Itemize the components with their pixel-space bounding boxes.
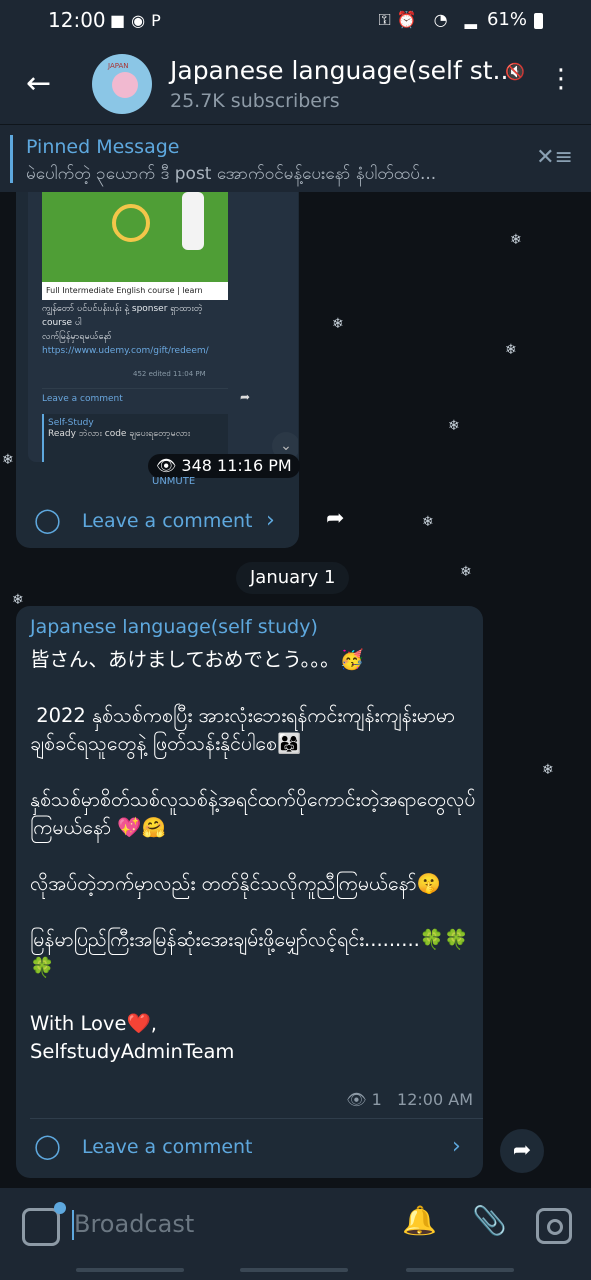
- message-meta: 👁 1 12:00 AM: [346, 1090, 473, 1109]
- blossom-icon: [112, 72, 138, 98]
- battery-icon: [534, 13, 543, 29]
- screenshot-line2: လက်မြန်မှာရမယ်နော်: [42, 332, 112, 342]
- screenshot-share-icon: ➦: [240, 390, 251, 404]
- screenshot-caption: Full Intermediate English course | learn: [42, 282, 228, 300]
- snowflake-icon: ❄: [332, 316, 344, 332]
- screenshot-comment: Leave a comment: [42, 388, 228, 409]
- channel-title[interactable]: Japanese language(self st...: [170, 56, 516, 85]
- emoji-icon[interactable]: [22, 1202, 66, 1246]
- unmute-label[interactable]: UNMUTE: [152, 476, 195, 487]
- sender-name[interactable]: Japanese language(self study): [30, 616, 318, 638]
- broadcast-input[interactable]: Broadcast: [74, 1210, 194, 1238]
- chevron-right-icon: ›: [452, 1134, 461, 1159]
- divider: [30, 1118, 483, 1119]
- comment-icon: ◯: [34, 1132, 61, 1160]
- eye-icon: 👁: [346, 1090, 367, 1109]
- screenshot-link: https://www.udemy.com/gift/redeem/: [42, 346, 209, 356]
- snowflake-icon: ❄: [448, 418, 460, 434]
- share-icon[interactable]: ➦: [326, 506, 344, 531]
- logo-arc: [112, 204, 150, 242]
- message-time: 11:16 PM: [217, 456, 292, 475]
- course-image: [42, 192, 228, 282]
- leave-comment-button[interactable]: ◯ Leave a comment ›: [30, 1126, 480, 1170]
- snowflake-icon: ❄: [460, 564, 472, 580]
- status-bar: 12:00 ■◉P ⚿⏰ ◔ ▂ 61%: [0, 0, 591, 44]
- snowflake-icon: ❄: [422, 514, 434, 530]
- view-count: 348: [181, 456, 212, 475]
- system-icons: ⚿⏰ ◔ ▂: [378, 10, 483, 29]
- arrow-left-icon[interactable]: ←: [26, 66, 51, 101]
- muted-icon: 🔇: [505, 62, 525, 81]
- comment-label: Leave a comment: [82, 510, 253, 532]
- leave-comment-button[interactable]: ◯ Leave a comment ›: [16, 502, 299, 542]
- comment-icon: ◯: [34, 506, 61, 534]
- forwarded-screenshot[interactable]: Full Intermediate English course | learn…: [28, 192, 298, 462]
- person-figure: [182, 192, 204, 250]
- nav-indicator: [406, 1268, 514, 1272]
- share-icon[interactable]: ➦: [500, 1129, 544, 1173]
- nav-indicator: [240, 1268, 348, 1272]
- message-text: 皆さん、あけましておめでとう。。。🥳 2022 နှစ်သစ်ကစပြီး အာ…: [30, 648, 476, 1063]
- screenshot-text: ကျွန်တော် ပင်ပင်ပန်းပန်း နဲ့ sponser ရှာ…: [42, 304, 203, 328]
- comment-label: Leave a comment: [82, 1136, 253, 1158]
- chat-area[interactable]: ❄ ❄ ❄ ❄ ❄ ❄ ❄ ❄ ❄ Full Intermediate Engl…: [0, 192, 591, 1188]
- message-time: 12:00 AM: [397, 1090, 473, 1109]
- eye-icon: 👁: [156, 456, 177, 475]
- snowflake-icon: ❄: [542, 762, 554, 778]
- camera-icon[interactable]: [536, 1208, 572, 1244]
- chat-header: ← JAPAN Japanese language(self st... 🔇 2…: [0, 44, 591, 124]
- screenshot-meta: 452 edited 11:04 PM: [133, 370, 206, 378]
- reply-name: Self-Study: [48, 418, 94, 428]
- pin-list-icon[interactable]: ✕≡: [536, 145, 573, 170]
- status-time: 12:00: [48, 8, 106, 32]
- pinned-message-bar[interactable]: Pinned Message မဲပေါက်တဲ့ ၃ယောက် ဒီ post…: [0, 124, 591, 193]
- battery-percent: 61%: [486, 9, 527, 30]
- attach-icon[interactable]: 📎: [472, 1204, 507, 1237]
- date-separator: January 1: [236, 562, 350, 594]
- subscriber-count: 25.7K subscribers: [170, 90, 340, 112]
- snowflake-icon: ❄: [510, 232, 522, 248]
- view-count-pill: 👁 348 11:16 PM: [148, 454, 300, 478]
- message-bubble[interactable]: Japanese language(self study) 皆さん、あけましてお…: [16, 606, 483, 1178]
- avatar-text: JAPAN: [108, 62, 129, 70]
- snowflake-icon: ❄: [2, 452, 14, 468]
- notification-icons: ■◉P: [110, 11, 167, 30]
- channel-avatar[interactable]: JAPAN: [92, 54, 152, 114]
- chevron-right-icon: ›: [266, 508, 275, 533]
- snowflake-icon: ❄: [12, 592, 24, 608]
- reply-text: Ready ဘဲလား code ချပေးရတော့မလား: [48, 429, 191, 439]
- nav-indicator: [76, 1268, 184, 1272]
- pinned-text: မဲပေါက်တဲ့ ၃ယောက် ဒီ post အောက်ဝင်မန့်ပေ…: [26, 164, 437, 184]
- pinned-title: Pinned Message: [26, 136, 180, 158]
- more-vert-icon[interactable]: ⋮: [548, 64, 574, 94]
- input-bar: Broadcast 🔔 📎: [0, 1188, 591, 1280]
- view-count: 1: [371, 1090, 382, 1109]
- bell-icon[interactable]: 🔔: [402, 1204, 437, 1237]
- message-bubble[interactable]: Full Intermediate English course | learn…: [16, 192, 300, 548]
- snowflake-icon: ❄: [505, 342, 517, 358]
- pinned-indicator: [10, 135, 13, 183]
